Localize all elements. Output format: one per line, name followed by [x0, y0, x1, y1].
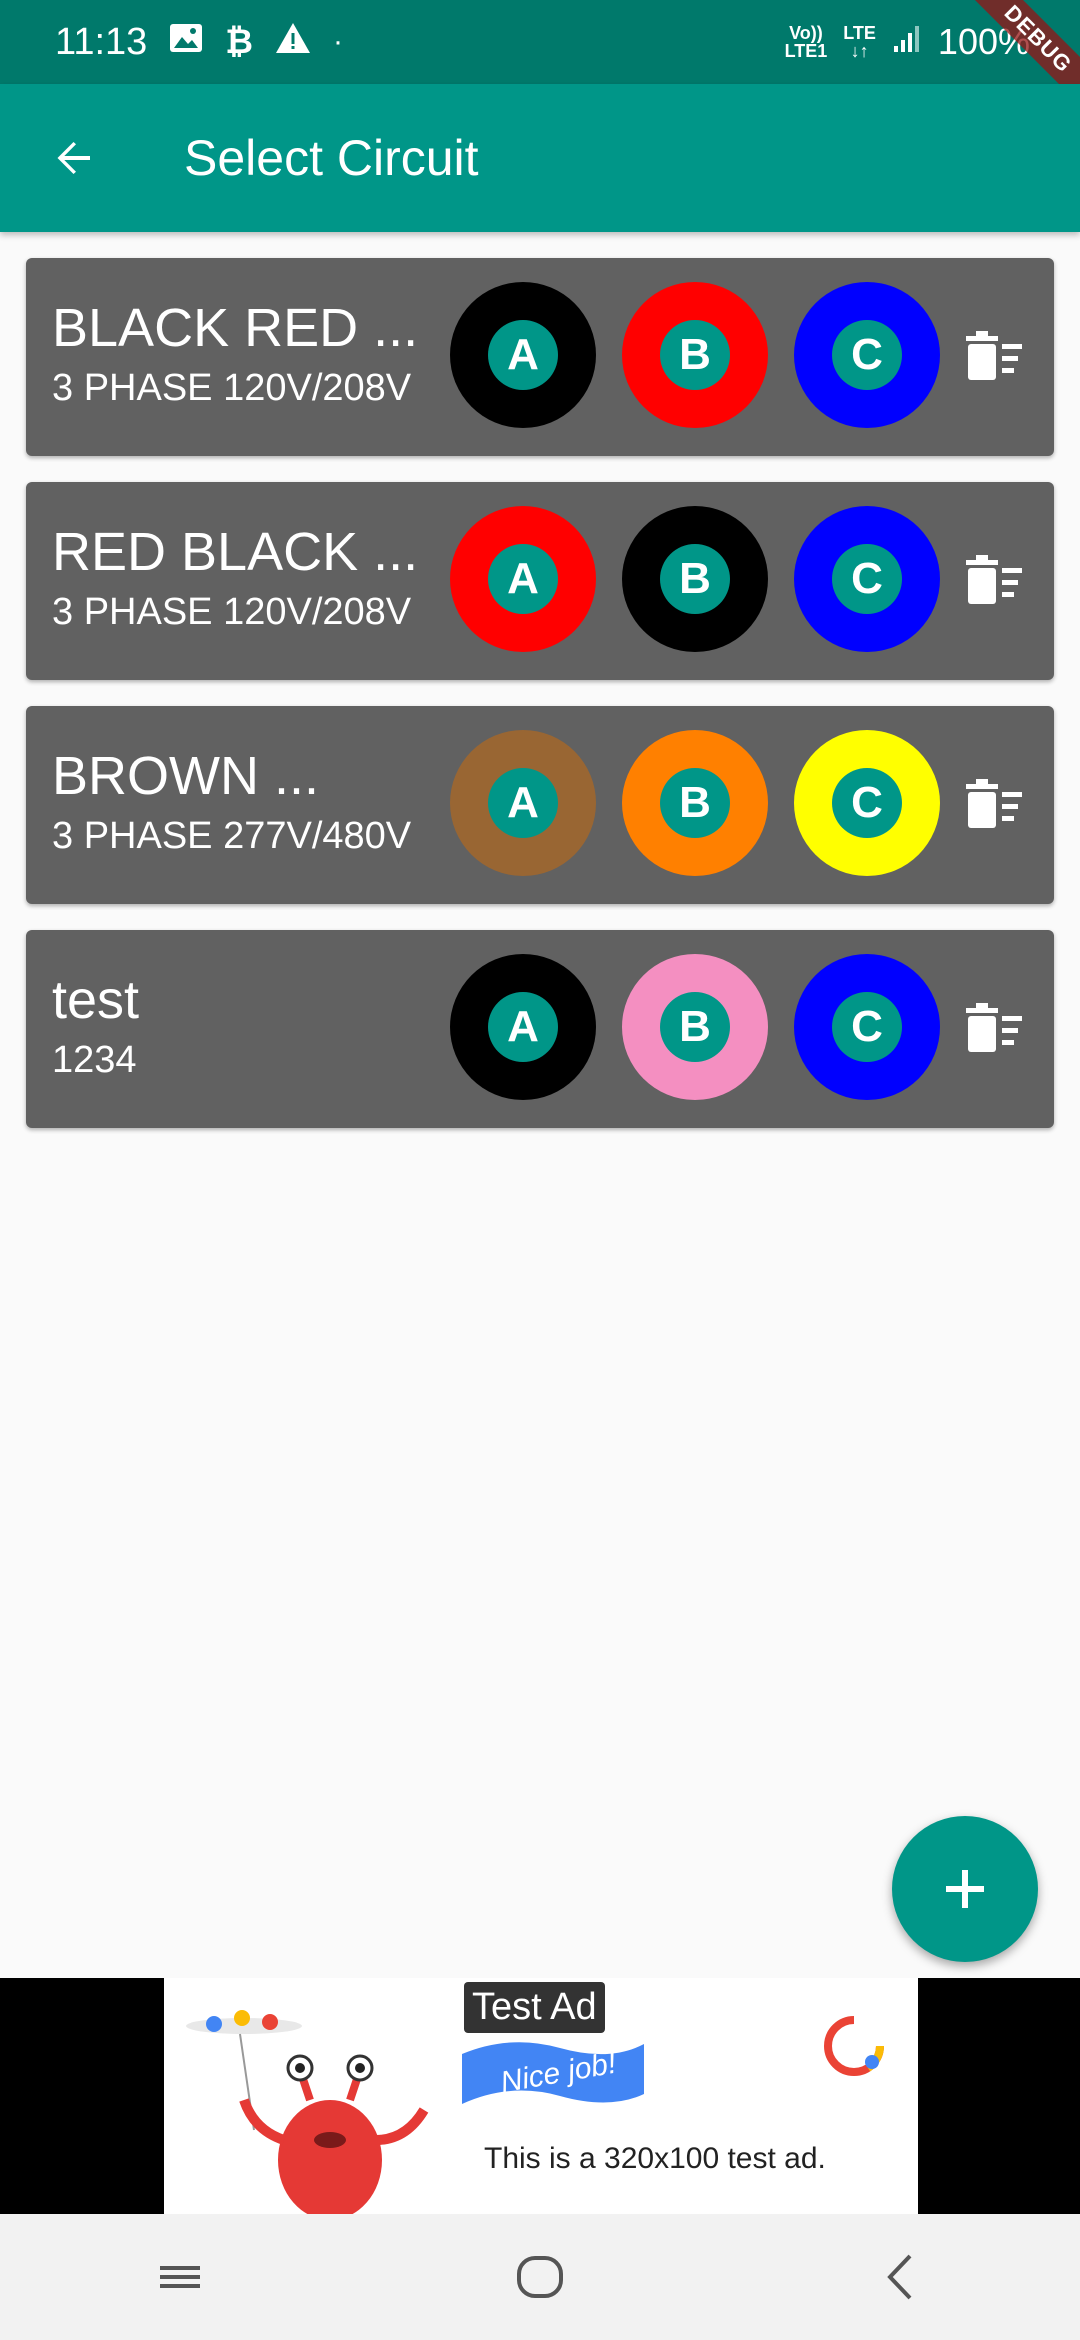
back-icon — [887, 2254, 912, 2300]
phase-c-label: C — [832, 544, 902, 614]
phase-b-label: B — [660, 320, 730, 390]
circuit-text: test 1234 — [52, 968, 452, 1084]
page-title: Select Circuit — [184, 130, 479, 186]
recent-apps-icon — [160, 2266, 200, 2288]
phase-a-label: A — [488, 992, 558, 1062]
image-icon — [169, 23, 203, 62]
phase-a-label: A — [488, 544, 558, 614]
delete-sweep-icon — [966, 555, 1022, 604]
phase-a-indicator: A — [450, 506, 596, 652]
delete-circuit-button[interactable] — [966, 554, 1026, 608]
circuit-title: test — [52, 970, 140, 1030]
back-button[interactable] — [42, 126, 106, 190]
circuit-title: RED BLACK ... — [52, 522, 419, 582]
warning-icon — [275, 22, 311, 63]
phase-c-label: C — [832, 320, 902, 390]
circuit-card[interactable]: BROWN ... 3 PHASE 277V/480V A B C — [26, 706, 1054, 904]
phase-b-indicator: B — [622, 506, 768, 652]
circuit-text: BLACK RED ... 3 PHASE 120V/208V — [52, 296, 452, 412]
circuit-subtitle: 3 PHASE 277V/480V — [52, 815, 412, 857]
delete-circuit-button[interactable] — [966, 330, 1026, 384]
lte-indicator: LTE ↓↑ — [843, 24, 876, 60]
ad-text: This is a 320x100 test ad. — [484, 2142, 826, 2175]
lte-label: LTE — [843, 23, 876, 43]
status-bar: 11:13 ₿ · Vo)) LTE1 LTE ↓↑ 100% DEBUG — [0, 0, 1080, 122]
add-icon — [946, 1870, 984, 1908]
circuit-title: BLACK RED ... — [52, 298, 419, 358]
delete-sweep-icon — [966, 331, 1022, 380]
delete-sweep-icon — [966, 1003, 1022, 1052]
bitcoin-icon: ₿ — [225, 22, 253, 61]
status-bar-left: 11:13 ₿ · — [55, 21, 343, 64]
nav-back-button[interactable] — [860, 2237, 940, 2317]
delete-circuit-button[interactable] — [966, 1002, 1026, 1056]
nice-job-flag: Nice job! — [462, 2042, 644, 2104]
circuit-card[interactable]: BLACK RED ... 3 PHASE 120V/208V A B C — [26, 258, 1054, 456]
phase-b-indicator: B — [622, 282, 768, 428]
system-nav-bar — [0, 2214, 1080, 2340]
volte-top: Vo)) — [789, 23, 823, 43]
phase-a-indicator: A — [450, 730, 596, 876]
status-bar-right: Vo)) LTE1 LTE ↓↑ 100% — [785, 21, 1030, 63]
recent-apps-button[interactable] — [140, 2237, 220, 2317]
ad-banner[interactable]: Nice job! Test Ad This is a 320x100 test… — [164, 1978, 918, 2214]
home-icon — [517, 2256, 563, 2298]
phase-c-indicator: C — [794, 730, 940, 876]
circuit-card[interactable]: RED BLACK ... 3 PHASE 120V/208V A B C — [26, 482, 1054, 680]
phase-b-label: B — [660, 544, 730, 614]
data-arrows-icon: ↓↑ — [850, 41, 869, 61]
test-ad-label: Test Ad — [464, 1982, 605, 2033]
circuit-list: BLACK RED ... 3 PHASE 120V/208V A B C RE… — [26, 258, 1054, 1154]
ad-banner-container: Nice job! Test Ad This is a 320x100 test… — [0, 1978, 1080, 2214]
volte-indicator: Vo)) LTE1 — [785, 24, 828, 60]
phase-c-indicator: C — [794, 282, 940, 428]
phase-b-label: B — [660, 992, 730, 1062]
phase-c-label: C — [832, 768, 902, 838]
phase-c-indicator: C — [794, 506, 940, 652]
circuit-subtitle: 1234 — [52, 1039, 137, 1081]
app-bar: Select Circuit — [0, 84, 1080, 232]
circuit-subtitle: 3 PHASE 120V/208V — [52, 367, 412, 409]
arrow-back-icon — [57, 142, 90, 174]
status-time: 11:13 — [55, 20, 148, 63]
dot-icon: · — [333, 25, 343, 58]
delete-sweep-icon — [966, 779, 1022, 828]
circuit-subtitle: 3 PHASE 120V/208V — [52, 591, 412, 633]
phase-c-indicator: C — [794, 954, 940, 1100]
phase-b-label: B — [660, 768, 730, 838]
delete-circuit-button[interactable] — [966, 778, 1026, 832]
phase-a-label: A — [488, 768, 558, 838]
circuit-text: BROWN ... 3 PHASE 277V/480V — [52, 744, 452, 860]
mascot-image — [186, 2010, 429, 2214]
phase-a-indicator: A — [450, 954, 596, 1100]
ads-logo-icon — [824, 2016, 885, 2076]
phase-b-indicator: B — [622, 730, 768, 876]
phase-c-label: C — [832, 992, 902, 1062]
circuit-title: BROWN ... — [52, 746, 319, 806]
phase-b-indicator: B — [622, 954, 768, 1100]
home-button[interactable] — [500, 2237, 580, 2317]
circuit-text: RED BLACK ... 3 PHASE 120V/208V — [52, 520, 452, 636]
phase-a-indicator: A — [450, 282, 596, 428]
signal-icon — [892, 21, 922, 63]
volte-bottom: LTE1 — [784, 41, 828, 61]
phase-a-label: A — [488, 320, 558, 390]
circuit-card[interactable]: test 1234 A B C — [26, 930, 1054, 1128]
add-circuit-button[interactable] — [892, 1816, 1038, 1962]
